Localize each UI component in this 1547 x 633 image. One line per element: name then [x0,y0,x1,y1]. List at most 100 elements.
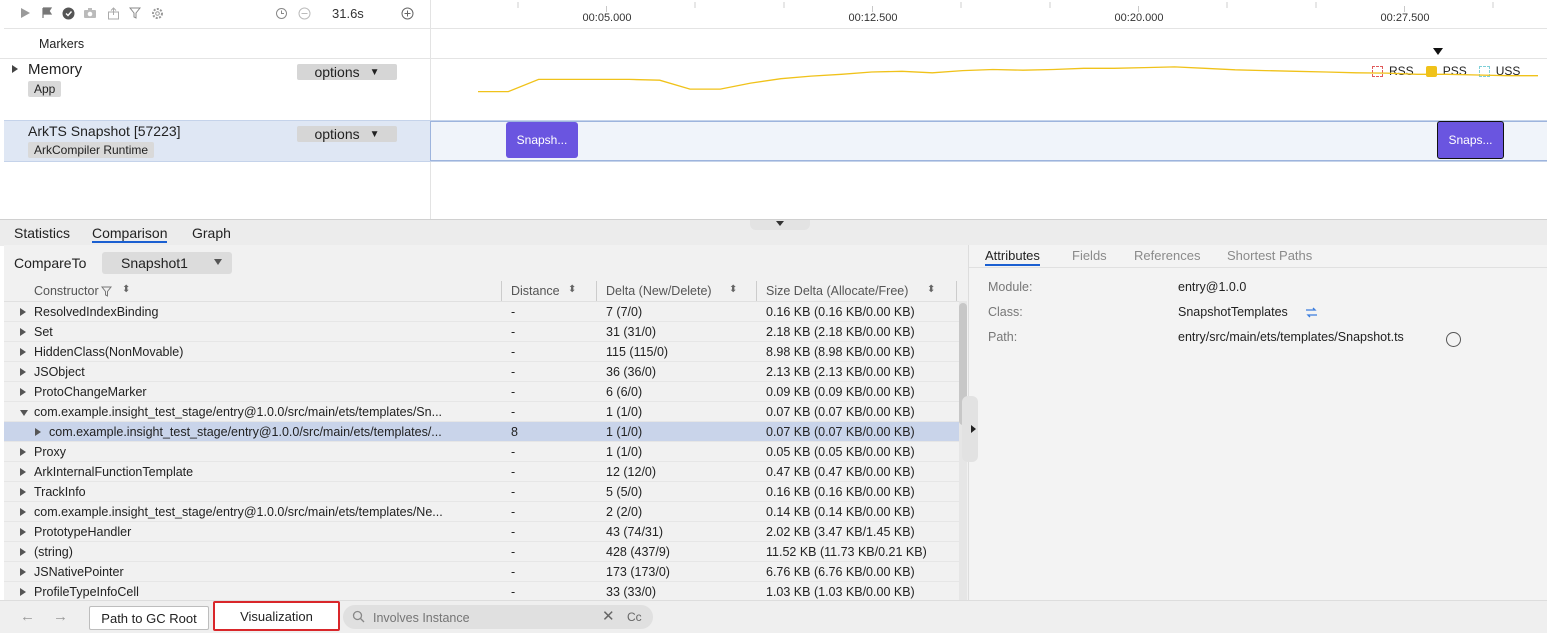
column-divider[interactable] [596,281,597,301]
clear-search-icon[interactable]: ✕ [602,607,615,625]
column-header-delta[interactable]: Delta (New/Delete) [606,284,712,298]
back-arrow-icon[interactable]: ← [20,608,35,625]
tab-statistics[interactable]: Statistics [14,225,70,241]
sort-icon[interactable]: ⬍ [568,284,576,295]
minus-icon[interactable] [297,6,311,20]
table-row[interactable]: JSNativePointer - 173 (173/0) 6.76 KB (6.76… [4,562,960,582]
cell-distance: - [511,385,516,399]
table-row[interactable]: com.example.insight_test_stage/entry@1.0… [4,502,960,522]
snapshot-1-block[interactable]: Snapsh... [506,122,578,158]
column-header-distance[interactable]: Distance [511,284,560,298]
table-row[interactable]: HiddenClass(NonMovable) - 115 (115/0) 8.98 … [4,342,960,362]
export-icon[interactable] [106,6,120,20]
expand-memory-icon[interactable] [12,65,18,73]
column-header-size-delta[interactable]: Size Delta (Allocate/Free) [766,284,908,298]
collapse-row-icon[interactable] [20,410,28,416]
reset-icon[interactable] [274,6,288,20]
expand-row-icon[interactable] [20,528,26,536]
settings-icon[interactable] [150,6,164,20]
expand-row-icon[interactable] [20,548,26,556]
sort-icon[interactable]: ⬍ [729,284,737,295]
expand-row-icon[interactable] [20,508,26,516]
time-ruler[interactable]: 00:05.000 00:12.500 00:20.000 00:27.500 [430,0,1547,29]
table-row[interactable]: ProfileTypeInfoCell - 33 (33/0) 1.03 KB (1.… [4,582,960,602]
sort-icon[interactable]: ⬍ [927,284,935,295]
cell-size-delta: 2.02 KB (3.47 KB/1.45 KB) [766,525,915,539]
tab-fields[interactable]: Fields [1072,248,1107,263]
play-icon[interactable] [18,6,32,20]
table-row[interactable]: ProtoChangeMarker - 6 (6/0) 0.09 KB (0.09 K… [4,382,960,402]
details-collapse-handle[interactable] [962,396,978,462]
cell-size-delta: 0.47 KB (0.47 KB/0.00 KB) [766,465,915,479]
table-row[interactable]: ArkInternalFunctionTemplate - 12 (12/0) 0.4… [4,462,960,482]
cell-size-delta: 0.16 KB (0.16 KB/0.00 KB) [766,305,915,319]
table-row[interactable]: PrototypeHandler - 43 (74/31) 2.02 KB (3.47… [4,522,960,542]
expand-row-icon[interactable] [20,468,26,476]
expand-row-icon[interactable] [20,308,26,316]
cell-delta: 1 (1/0) [606,405,643,419]
expand-row-icon[interactable] [20,348,26,356]
table-row[interactable]: Proxy - 1 (1/0) 0.05 KB (0.05 KB/0.00 KB) [4,442,960,462]
chevron-down-icon: ▼ [369,128,380,140]
cell-constructor: TrackInfo [34,485,86,499]
path-to-gc-root-button[interactable]: Path to GC Root [89,606,209,630]
cell-constructor: JSNativePointer [34,565,124,579]
table-row[interactable]: JSObject - 36 (36/0) 2.13 KB (2.13 KB/0.00 … [4,362,960,382]
match-case-toggle[interactable]: Cc [627,610,642,624]
forward-arrow-icon[interactable]: → [53,608,68,625]
expand-row-icon[interactable] [20,328,26,336]
playhead-marker-icon[interactable] [1433,48,1443,55]
table-row[interactable]: com.example.insight_test_stage/entry@1.0… [4,402,960,422]
plus-icon[interactable] [400,6,414,20]
column-divider[interactable] [756,281,757,301]
expand-row-icon[interactable] [20,588,26,596]
search-box[interactable]: ✕ Cc [343,605,653,629]
gc-icon[interactable] [61,6,75,20]
table-row[interactable]: Set - 31 (31/0) 2.18 KB (2.18 KB/0.00 KB) [4,322,960,342]
table-header: Constructor ⬍ Distance ⬍ Delta (New/Dele… [4,281,960,302]
cell-distance: - [511,525,516,539]
tab-references[interactable]: References [1134,248,1200,263]
column-divider[interactable] [956,281,957,301]
expand-row-icon[interactable] [20,568,26,576]
ark-options-button[interactable]: options ▼ [297,126,397,142]
camera-icon[interactable] [83,6,97,20]
expand-row-icon[interactable] [20,388,26,396]
filter-icon[interactable] [128,6,142,20]
cell-constructor: PrototypeHandler [34,525,132,539]
attr-key-class: Class: [988,305,1023,319]
expand-row-icon[interactable] [20,488,26,496]
cell-delta: 33 (33/0) [606,585,657,599]
cell-distance: - [511,365,516,379]
tab-shortest-paths[interactable]: Shortest Paths [1227,248,1312,263]
table-row[interactable]: ResolvedIndexBinding - 7 (7/0) 0.16 KB (0.1… [4,302,960,322]
attr-value-module: entry@1.0.0 [1178,280,1247,294]
tab-graph[interactable]: Graph [192,225,231,241]
memory-options-button[interactable]: options ▼ [297,64,397,80]
cell-distance: - [511,325,516,339]
timeline-toolbar: 31.6s [4,0,430,29]
table-row[interactable]: TrackInfo - 5 (5/0) 0.16 KB (0.16 KB/0.00 K… [4,482,960,502]
path-info-icon[interactable] [1446,332,1461,347]
column-header-constructor[interactable]: Constructor [34,284,99,298]
tab-attributes[interactable]: Attributes [985,248,1040,266]
filter-icon[interactable] [100,285,113,300]
flag-icon[interactable] [40,6,54,20]
table-row[interactable]: com.example.insight_test_stage/entry@1.0… [4,422,960,442]
panel-resize-handle[interactable] [750,220,810,230]
cell-size-delta: 0.07 KB (0.07 KB/0.00 KB) [766,425,915,439]
jump-to-source-icon[interactable] [1305,306,1318,322]
sort-icon[interactable]: ⬍ [122,284,130,295]
table-row[interactable]: (string) - 428 (437/9) 11.52 KB (11.73 KB/0… [4,542,960,562]
expand-row-icon[interactable] [20,368,26,376]
snapshot-2-block[interactable]: Snaps... [1437,121,1504,159]
compare-snapshot-select[interactable]: Snapshot1 [102,252,232,274]
tab-comparison[interactable]: Comparison [92,225,168,243]
arkts-snapshot-track[interactable]: ArkTS Snapshot [57223] ArkCompiler Runti… [4,120,1547,162]
visualization-button[interactable]: Visualization [213,601,340,631]
expand-row-icon[interactable] [20,448,26,456]
column-divider[interactable] [501,281,502,301]
ruler-label: 00:12.500 [848,12,898,24]
expand-row-icon[interactable] [35,428,41,436]
search-input[interactable] [371,608,595,627]
